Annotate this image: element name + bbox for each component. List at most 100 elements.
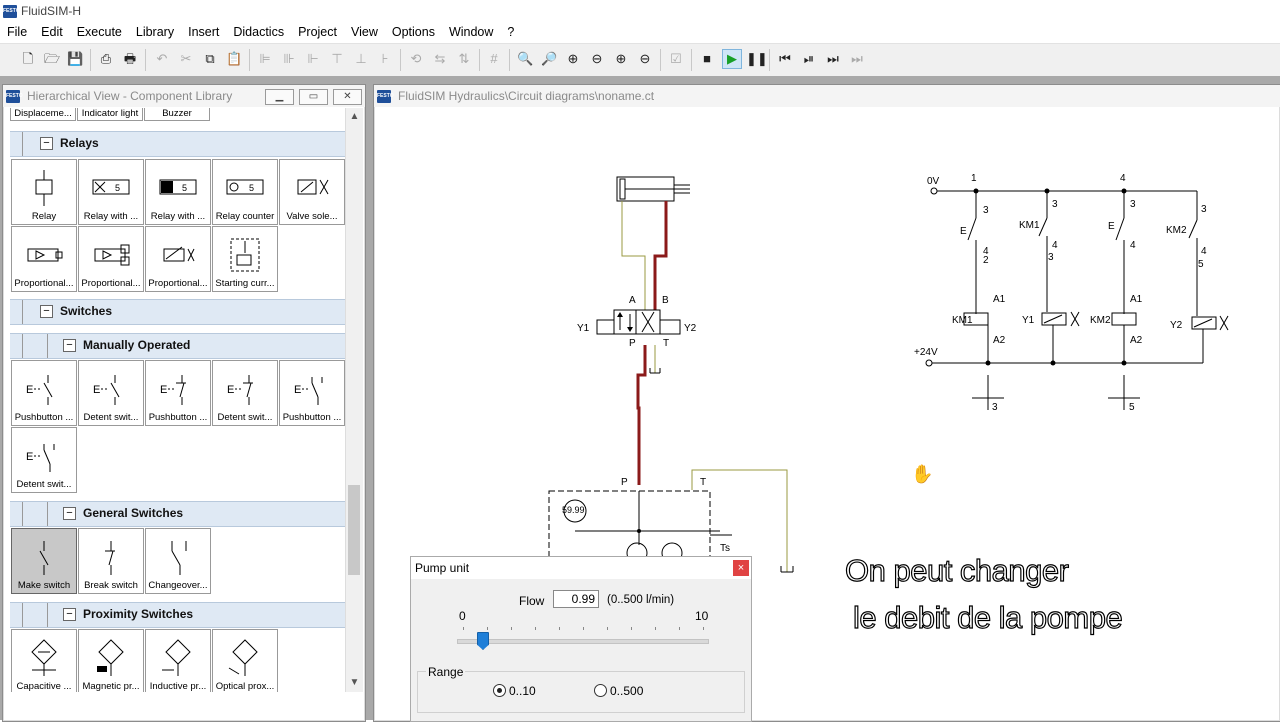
library-tile-optical-proximity[interactable]: Optical prox... bbox=[212, 629, 278, 692]
library-tile-magnetic-proximity[interactable]: Magnetic pr... bbox=[78, 629, 144, 692]
minimize-button[interactable]: ▁ bbox=[265, 89, 294, 105]
range-option-0-10-radio[interactable] bbox=[493, 684, 506, 697]
scrollbar-thumb[interactable] bbox=[348, 485, 360, 575]
range-option-0-500-radio[interactable] bbox=[594, 684, 607, 697]
check-icon[interactable]: ☑ bbox=[668, 51, 684, 67]
section-manually-operated[interactable]: − Manually Operated bbox=[10, 333, 345, 359]
scroll-down-icon[interactable]: ▼ bbox=[346, 676, 363, 690]
library-tile-proportional-1[interactable]: Proportional... bbox=[11, 226, 77, 292]
section-proximity-switches[interactable]: − Proximity Switches bbox=[10, 602, 345, 628]
zoom-previous-icon[interactable]: ⊖ bbox=[589, 51, 605, 67]
save-icon[interactable]: 💾 bbox=[67, 51, 83, 67]
flow-slider-thumb[interactable] bbox=[477, 632, 489, 650]
library-tile-pushbutton-1[interactable]: E Pushbutton ... bbox=[11, 360, 77, 426]
stop-icon[interactable]: ■ bbox=[699, 51, 715, 67]
menu-window[interactable]: Window bbox=[442, 25, 500, 39]
library-tile-detent-switch-3[interactable]: E Detent swit... bbox=[11, 427, 77, 493]
toolbar-separator bbox=[509, 49, 510, 71]
align-top-icon[interactable]: ⊤ bbox=[329, 51, 345, 67]
collapse-icon[interactable]: − bbox=[63, 339, 76, 352]
library-tile-changeover-switch[interactable]: Changeover... bbox=[145, 528, 211, 594]
library-tile-starting-current[interactable]: Starting curr... bbox=[212, 226, 278, 292]
library-tile-detent-switch-2[interactable]: E Detent swit... bbox=[212, 360, 278, 426]
library-tile-proportional-3[interactable]: Proportional... bbox=[145, 226, 211, 292]
collapse-icon[interactable]: − bbox=[63, 608, 76, 621]
menu-edit[interactable]: Edit bbox=[34, 25, 70, 39]
section-general-switches[interactable]: − General Switches bbox=[10, 501, 345, 527]
library-tile-relay-with-switch-off[interactable]: 5 Relay with ... bbox=[145, 159, 211, 225]
hydraulic-line-a[interactable] bbox=[621, 201, 646, 310]
align-center-icon[interactable]: ⊪ bbox=[281, 51, 297, 67]
paste-icon[interactable]: 📋 bbox=[226, 51, 242, 67]
menu-library[interactable]: Library bbox=[129, 25, 181, 39]
collapse-icon[interactable]: − bbox=[40, 137, 53, 150]
flow-slider-track[interactable] bbox=[457, 639, 709, 644]
menu-didactics[interactable]: Didactics bbox=[226, 25, 291, 39]
pause-icon[interactable]: ❚❚ bbox=[746, 51, 768, 67]
open-folder-icon[interactable]: 🗁 bbox=[44, 51, 60, 67]
zoom-in-icon[interactable]: ⊕ bbox=[613, 51, 629, 67]
library-tile-pushbutton-3[interactable]: E Pushbutton ... bbox=[279, 360, 345, 426]
align-left-icon[interactable]: ⊫ bbox=[257, 51, 273, 67]
menu-options[interactable]: Options bbox=[385, 25, 442, 39]
library-tile-make-switch[interactable]: Make switch bbox=[11, 528, 77, 594]
library-tile-valve-solenoid[interactable]: Valve sole... bbox=[279, 159, 345, 225]
menu-help[interactable]: ? bbox=[500, 25, 521, 39]
collapse-icon[interactable]: − bbox=[40, 305, 53, 318]
copy-icon[interactable]: ⧉ bbox=[202, 51, 218, 67]
play-icon[interactable]: ▶ bbox=[722, 49, 742, 69]
library-tile-displacement[interactable]: Displaceme... bbox=[10, 108, 76, 121]
mirror-icon[interactable]: ⇆ bbox=[432, 51, 448, 67]
close-button[interactable]: ✕ bbox=[333, 89, 362, 105]
print-preview-icon[interactable]: ⎙ bbox=[98, 51, 114, 67]
hydraulic-line-p[interactable] bbox=[636, 345, 647, 485]
new-file-icon[interactable]: 🗋 bbox=[20, 51, 36, 67]
library-scrollbar[interactable]: ▲ ▼ bbox=[345, 108, 363, 692]
menu-file[interactable]: File bbox=[0, 25, 34, 39]
library-tile-detent-switch-1[interactable]: E Detent swit... bbox=[78, 360, 144, 426]
collapse-icon[interactable]: − bbox=[63, 507, 76, 520]
toolbar-separator bbox=[249, 49, 250, 71]
flip-icon[interactable]: ⇅ bbox=[456, 51, 472, 67]
hydraulic-cylinder[interactable] bbox=[616, 176, 690, 202]
library-tile-indicator-light[interactable]: Indicator light bbox=[77, 108, 143, 121]
print-icon[interactable]: 🖶 bbox=[122, 51, 138, 67]
library-tile-inductive-proximity[interactable]: Inductive pr... bbox=[145, 629, 211, 692]
electrical-circuit[interactable]: 0V 1 4 E 3 4 2 KM1 3 4 3 E 3 4 KM2 3 4 5… bbox=[914, 173, 1229, 413]
cut-icon[interactable]: ✂ bbox=[178, 51, 194, 67]
menu-execute[interactable]: Execute bbox=[70, 25, 129, 39]
single-step-icon[interactable]: ⏯ bbox=[801, 51, 817, 67]
section-switches[interactable]: − Switches bbox=[10, 299, 345, 325]
library-tile-capacitive-proximity[interactable]: Capacitive ... bbox=[11, 629, 77, 692]
zoom-area-icon[interactable]: 🔎 bbox=[541, 51, 557, 67]
library-tile-pushbutton-2[interactable]: E Pushbutton ... bbox=[145, 360, 211, 426]
fast-forward-icon[interactable]: ⏭ bbox=[849, 51, 865, 67]
library-tile-relay-with-delay[interactable]: 5 Relay with ... bbox=[78, 159, 144, 225]
hydraulic-line-b[interactable] bbox=[653, 201, 668, 310]
undo-icon[interactable]: ↶ bbox=[154, 51, 170, 67]
menu-project[interactable]: Project bbox=[291, 25, 344, 39]
directional-valve[interactable]: A B P T Y1 Y2 bbox=[577, 295, 697, 349]
align-middle-icon[interactable]: ⊥ bbox=[353, 51, 369, 67]
maximize-button[interactable]: ▭ bbox=[299, 89, 328, 105]
zoom-out-icon[interactable]: ⊖ bbox=[637, 51, 653, 67]
menu-view[interactable]: View bbox=[344, 25, 385, 39]
library-tile-relay[interactable]: Relay bbox=[11, 159, 77, 225]
library-tile-break-switch[interactable]: Break switch bbox=[78, 528, 144, 594]
close-icon[interactable]: × bbox=[733, 560, 749, 576]
section-relays[interactable]: − Relays bbox=[10, 131, 345, 157]
rotate-icon[interactable]: ⟲ bbox=[408, 51, 424, 67]
step-forward-icon[interactable]: ⏭ bbox=[825, 51, 841, 67]
scroll-up-icon[interactable]: ▲ bbox=[346, 110, 363, 124]
align-right-icon[interactable]: ⊩ bbox=[305, 51, 321, 67]
menu-insert[interactable]: Insert bbox=[181, 25, 226, 39]
library-tile-proportional-2[interactable]: Proportional... bbox=[78, 226, 144, 292]
align-bottom-icon[interactable]: ⊦ bbox=[377, 51, 393, 67]
grid-icon[interactable]: # bbox=[486, 51, 502, 67]
zoom-window-icon[interactable]: ⊕ bbox=[565, 51, 581, 67]
library-tile-buzzer[interactable]: Buzzer bbox=[144, 108, 210, 121]
zoom-fit-icon[interactable]: 🔍 bbox=[517, 51, 533, 67]
library-tile-relay-counter[interactable]: 5 Relay counter bbox=[212, 159, 278, 225]
reset-icon[interactable]: ⏮ bbox=[777, 51, 793, 67]
flow-input[interactable] bbox=[553, 590, 599, 608]
